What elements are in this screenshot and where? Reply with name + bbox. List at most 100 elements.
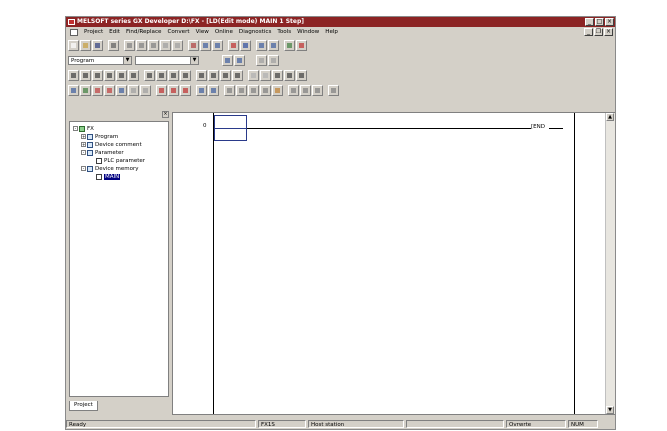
read-from-plc-icon[interactable] (240, 39, 251, 51)
monitor-icon[interactable] (256, 39, 267, 51)
minimize-button[interactable]: _ (585, 18, 594, 26)
fit-icon[interactable] (312, 84, 323, 96)
menu-window[interactable]: Window (294, 29, 322, 35)
alias-icon[interactable] (156, 84, 167, 96)
application-instruction-icon[interactable] (128, 69, 139, 81)
cut-icon[interactable] (124, 39, 135, 51)
monitor-mode-icon[interactable] (92, 84, 103, 96)
write-to-plc-icon[interactable] (228, 39, 239, 51)
copy-icon[interactable] (136, 39, 147, 51)
program-check-icon[interactable] (260, 84, 271, 96)
verify-icon[interactable] (284, 39, 295, 51)
maximize-button[interactable]: □ (595, 18, 604, 26)
menu-view[interactable]: View (193, 29, 212, 35)
open-contact-icon[interactable] (68, 69, 79, 81)
menu-help[interactable]: Help (322, 29, 341, 35)
tree-node-program[interactable]: + Program (81, 133, 118, 140)
menu-tools[interactable]: Tools (274, 29, 294, 35)
zoom-icon[interactable] (168, 84, 179, 96)
tree-node-main[interactable]: MAIN (96, 173, 121, 180)
check-program-icon[interactable] (296, 39, 307, 51)
chevron-down-icon[interactable]: ▼ (190, 56, 198, 64)
rule-line-icon[interactable] (296, 69, 307, 81)
delete-line-icon[interactable] (168, 69, 179, 81)
vertical-line-icon[interactable] (156, 69, 167, 81)
invert-icon[interactable] (248, 69, 259, 81)
zoom-out-icon[interactable] (300, 84, 311, 96)
tree-node-device-memory[interactable]: - Device memory (81, 165, 139, 172)
mdi-minimize-button[interactable]: _ (584, 28, 593, 36)
parallel-rising-pulse-icon[interactable] (220, 69, 231, 81)
delete-vertical-line-icon[interactable] (180, 69, 191, 81)
open-project-icon[interactable] (80, 39, 91, 51)
line-delete-icon[interactable] (284, 69, 295, 81)
menu-convert[interactable]: Convert (164, 29, 192, 35)
statement-icon[interactable] (128, 84, 139, 96)
device-search-icon[interactable] (188, 39, 199, 51)
program-write-icon[interactable] (80, 84, 91, 96)
mdi-close-button[interactable]: × (604, 28, 613, 36)
program-read-icon[interactable] (68, 84, 79, 96)
monitor-stop-icon[interactable] (268, 39, 279, 51)
menu-find-replace[interactable]: Find/Replace (123, 29, 164, 35)
tree-node-fx[interactable]: - FX (73, 125, 94, 132)
tree-node-parameter[interactable]: - Parameter (81, 149, 124, 156)
device-test-icon[interactable] (196, 84, 207, 96)
parallel-open-contact-icon[interactable] (80, 69, 91, 81)
menu-project[interactable]: Project (81, 29, 106, 35)
coil-icon[interactable] (116, 69, 127, 81)
document-icon[interactable] (70, 28, 78, 36)
zoom-in-icon[interactable] (288, 84, 299, 96)
tree-node-device-comment[interactable]: + Device comment (81, 141, 142, 148)
scroll-up-button[interactable]: ▲ (606, 113, 614, 121)
instruction-search-icon[interactable] (200, 39, 211, 51)
display-comment-icon[interactable] (180, 84, 191, 96)
menu-online[interactable]: Online (212, 29, 236, 35)
horizontal-line-icon[interactable] (144, 69, 155, 81)
step-search-icon[interactable] (212, 39, 223, 51)
scroll-down-button[interactable]: ▼ (606, 406, 614, 414)
mdi-restore-button[interactable]: ❐ (594, 28, 603, 36)
batch-monitor-icon[interactable] (224, 84, 235, 96)
undo-icon[interactable] (160, 39, 171, 51)
edit-cursor[interactable] (214, 115, 247, 141)
expand-icon[interactable]: + (81, 134, 86, 139)
expand-icon[interactable]: + (81, 142, 86, 147)
chevron-down-icon[interactable]: ▼ (123, 56, 131, 64)
collapse-icon[interactable]: - (81, 166, 86, 171)
list-view-icon[interactable] (234, 54, 245, 66)
ladder-monitor-icon[interactable] (248, 84, 259, 96)
monitor-write-icon[interactable] (104, 84, 115, 96)
comment-icon[interactable] (116, 84, 127, 96)
rising-pulse-icon[interactable] (196, 69, 207, 81)
close-button[interactable]: × (605, 18, 614, 26)
entry-monitor-icon[interactable] (208, 84, 219, 96)
tree-node-plc-parameter[interactable]: PLC parameter (96, 157, 145, 164)
vertical-scrollbar[interactable]: ▲ ▼ (605, 113, 615, 414)
operation-result-icon[interactable] (260, 69, 271, 81)
sfc-icon[interactable] (256, 54, 267, 66)
ladder-editor[interactable]: 0 [END ▲ ▼ (172, 112, 615, 415)
tab-project[interactable]: Project (69, 401, 98, 411)
menu-edit[interactable]: Edit (106, 29, 123, 35)
falling-pulse-icon[interactable] (208, 69, 219, 81)
print-icon[interactable] (108, 39, 119, 51)
data-type-select[interactable]: Program ▼ (68, 55, 132, 65)
parameter-icon[interactable] (272, 84, 283, 96)
close-icon[interactable]: × (162, 111, 169, 118)
program-select[interactable]: ▼ (135, 55, 199, 65)
line-draw-icon[interactable] (272, 69, 283, 81)
menu-diagnostics[interactable]: Diagnostics (236, 29, 274, 35)
save-icon[interactable] (92, 39, 103, 51)
buffer-memory-icon[interactable] (236, 84, 247, 96)
ladder-view-icon[interactable] (222, 54, 233, 66)
new-project-icon[interactable] (68, 39, 79, 51)
collapse-icon[interactable]: - (81, 150, 86, 155)
closed-contact-icon[interactable] (92, 69, 103, 81)
paste-icon[interactable] (148, 39, 159, 51)
sfc-step-icon[interactable] (268, 54, 279, 66)
parallel-closed-contact-icon[interactable] (104, 69, 115, 81)
collapse-icon[interactable]: - (73, 126, 78, 131)
redo-icon[interactable] (172, 39, 183, 51)
parallel-falling-pulse-icon[interactable] (232, 69, 243, 81)
